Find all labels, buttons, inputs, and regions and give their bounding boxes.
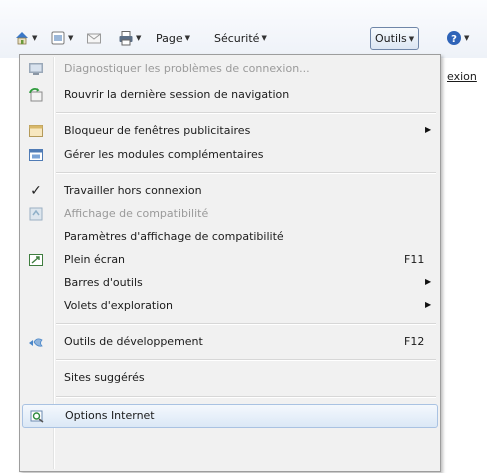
fullscreen-icon: [29, 254, 43, 266]
help-button[interactable]: ? ▼: [446, 28, 469, 48]
menu-item-reopen-session[interactable]: Rouvrir la dernière session de navigatio…: [22, 84, 438, 106]
background-page-link[interactable]: exion: [447, 70, 477, 83]
menu-item-label: Paramètres d'affichage de compatibilité: [64, 230, 284, 243]
menu-item-shortcut: F11: [404, 253, 425, 266]
menu-separator: [56, 359, 436, 361]
page-menu-button[interactable]: Page ▼: [156, 28, 190, 48]
chevron-down-icon: ▼: [184, 34, 191, 42]
menu-item-compatibility-view[interactable]: Affichage de compatibilité: [22, 203, 438, 225]
menu-item-label: Outils de développement: [64, 335, 203, 348]
print-button[interactable]: ▼: [118, 28, 141, 48]
chevron-down-icon: ▼: [464, 34, 470, 42]
chevron-down-icon: ▼: [408, 34, 415, 43]
command-bar: ▼ ▼ ▼ Page ▼ Sécurité ▼ Outils ▼ ? ▼: [0, 0, 487, 58]
chevron-down-icon: ▼: [261, 34, 267, 42]
popup-blocker-icon: [29, 125, 43, 137]
menu-separator: [56, 396, 436, 398]
home-icon: [16, 32, 28, 45]
menu-item-label: Diagnostiquer les problèmes de connexion…: [64, 62, 310, 75]
menu-item-label: Rouvrir la dernière session de navigatio…: [64, 88, 290, 101]
svg-text:?: ?: [451, 34, 457, 45]
page-menu-label: Page: [156, 31, 183, 45]
menu-item-label: Affichage de compatibilité: [64, 207, 209, 220]
menu-item-label: Barres d'outils: [64, 276, 143, 289]
mail-icon: [87, 33, 101, 44]
menu-item-work-offline[interactable]: ✓ Travailler hors connexion: [22, 180, 438, 202]
menu-separator: [56, 112, 436, 114]
checkmark-icon: ✓: [30, 183, 42, 199]
menu-item-suggested-sites[interactable]: Sites suggérés: [22, 367, 438, 389]
internet-options-icon: [30, 410, 44, 423]
menu-item-popup-blocker[interactable]: Bloqueur de fenêtres publicitaires ▶: [22, 120, 438, 142]
tools-menu-button[interactable]: Outils ▼: [370, 27, 420, 50]
menu-item-label: Bloqueur de fenêtres publicitaires: [64, 124, 251, 137]
feeds-icon: [51, 31, 65, 45]
feeds-button[interactable]: ▼: [50, 28, 73, 48]
diagnose-connection-icon: [29, 63, 43, 75]
menu-item-developer-tools[interactable]: Outils de développement F12: [22, 331, 438, 353]
menu-item-compatibility-settings[interactable]: Paramètres d'affichage de compatibilité: [22, 226, 438, 248]
tools-menu-label: Outils: [375, 32, 407, 45]
chevron-down-icon: ▼: [136, 34, 142, 42]
submenu-arrow-icon: ▶: [425, 300, 432, 309]
menu-item-label: Plein écran: [64, 253, 126, 266]
menu-item-label: Gérer les modules complémentaires: [64, 148, 264, 161]
chevron-down-icon: ▼: [32, 34, 38, 42]
menu-item-label: Sites suggérés: [64, 371, 145, 384]
menu-item-diagnose-connection[interactable]: Diagnostiquer les problèmes de connexion…: [22, 58, 438, 80]
security-menu-label: Sécurité: [214, 31, 260, 45]
menu-separator: [56, 172, 436, 174]
home-button[interactable]: ▼: [14, 28, 37, 48]
tools-dropdown-menu: Diagnostiquer les problèmes de connexion…: [19, 54, 441, 472]
menu-item-explorer-bars[interactable]: Volets d'exploration ▶: [22, 295, 438, 317]
reopen-session-icon: [29, 88, 43, 102]
menu-separator: [56, 323, 436, 325]
menu-item-internet-options[interactable]: Options Internet: [22, 404, 438, 428]
menu-item-label: Volets d'exploration: [64, 299, 173, 312]
menu-item-fullscreen[interactable]: Plein écran F11: [22, 249, 438, 271]
addons-icon: [29, 149, 43, 161]
developer-tools-icon: [29, 338, 43, 347]
submenu-arrow-icon: ▶: [425, 277, 432, 286]
menu-item-toolbars[interactable]: Barres d'outils ▶: [22, 272, 438, 294]
mail-button[interactable]: [86, 28, 102, 48]
menu-item-label: Travailler hors connexion: [64, 184, 202, 197]
menu-item-shortcut: F12: [404, 335, 425, 348]
submenu-arrow-icon: ▶: [425, 125, 432, 134]
print-icon: [119, 31, 133, 46]
chevron-down-icon: ▼: [68, 34, 74, 42]
menu-item-manage-addons[interactable]: Gérer les modules complémentaires: [22, 144, 438, 166]
compatibility-view-icon: [29, 207, 43, 221]
help-icon: ?: [447, 31, 461, 45]
security-menu-button[interactable]: Sécurité ▼: [214, 28, 267, 48]
menu-item-label: Options Internet: [65, 409, 155, 422]
